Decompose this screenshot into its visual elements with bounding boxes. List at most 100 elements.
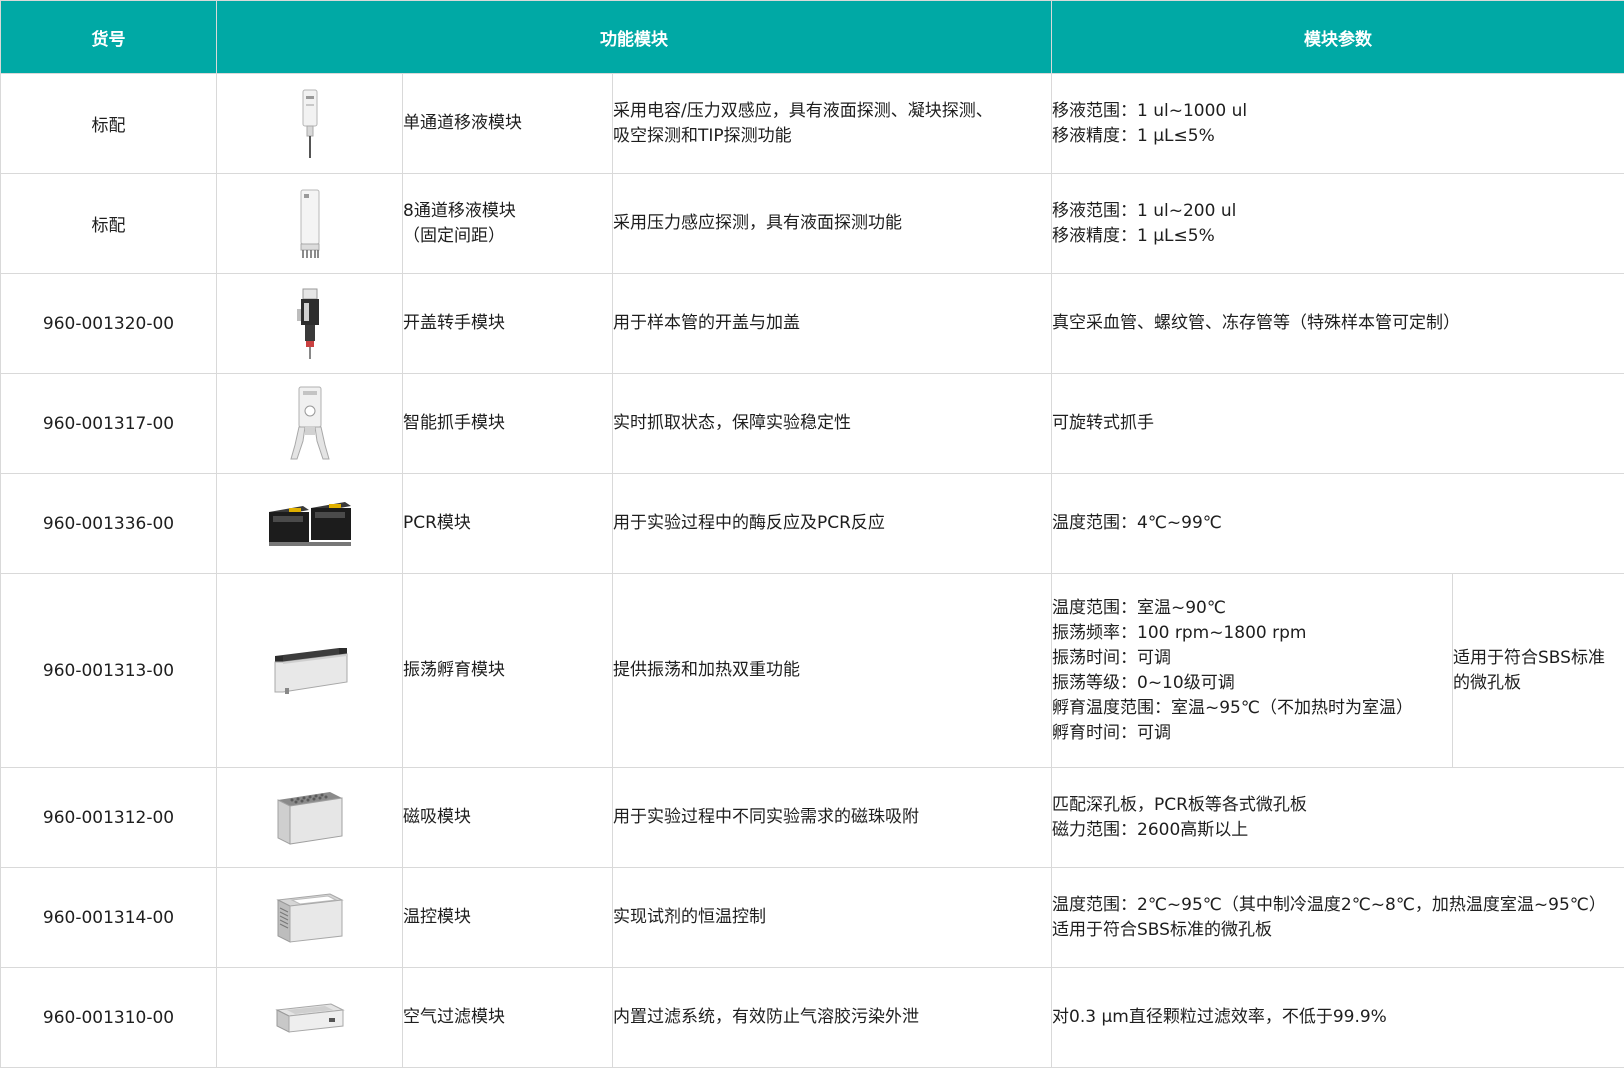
header-module: 功能模块: [217, 1, 1052, 74]
table-header-row: 货号 功能模块 模块参数: [1, 1, 1624, 74]
sku-cell: 960-001310-00: [1, 968, 217, 1068]
sku-cell: 960-001313-00: [1, 574, 217, 768]
air-filter-icon: [273, 998, 347, 1038]
table-row: 960-001320-00 开盖转手模块 用于样本管的开盖与加盖: [1, 274, 1624, 374]
function-cell: 用于样本管的开盖与加盖: [613, 274, 1052, 374]
table-row: 960-001317-00 智能抓手模块 实时抓取状态，保障实验稳定性 可旋转式…: [1, 374, 1624, 474]
param-line: 孵育温度范围：室温~95℃（不加热时为室温）: [1052, 696, 1452, 721]
table-row: 标配 单通道移液模块 采用电容/压力双感应，具有液面探测、凝块探测、 吸空探测和…: [1, 74, 1624, 174]
params-cell: 移液范围：1 ul~200 ul 移液精度：1 μL≤5%: [1052, 174, 1624, 274]
function-line: 内置过滤系统，有效防止气溶胶污染外泄: [613, 1005, 1051, 1030]
module-name-line: （固定间距）: [403, 224, 612, 249]
params-cell: 真空采血管、螺纹管、冻存管等（特殊样本管可定制）: [1052, 274, 1624, 374]
param-line: 可旋转式抓手: [1052, 411, 1624, 436]
sku-cell: 960-001320-00: [1, 274, 217, 374]
function-cell: 用于实验过程中不同实验需求的磁珠吸附: [613, 768, 1052, 868]
table-row: 960-001314-00 温控模块 实现试剂的恒温: [1, 868, 1624, 968]
image-cell: [217, 968, 403, 1068]
function-cell: 内置过滤系统，有效防止气溶胶污染外泄: [613, 968, 1052, 1068]
function-cell: 用于实验过程中的酶反应及PCR反应: [613, 474, 1052, 574]
function-line: 实时抓取状态，保障实验稳定性: [613, 411, 1051, 436]
function-line: 采用电容/压力双感应，具有液面探测、凝块探测、: [613, 99, 1051, 124]
params-note-cell: 适用于符合SBS标准 的微孔板: [1453, 574, 1624, 768]
image-cell: [217, 768, 403, 868]
module-name-line: 温控模块: [403, 905, 612, 930]
function-line: 用于实验过程中不同实验需求的磁珠吸附: [613, 805, 1051, 830]
image-cell: [217, 274, 403, 374]
function-line: 用于实验过程中的酶反应及PCR反应: [613, 511, 1051, 536]
table-row: 标配 8通道移液模块 （固定间距） 采用压力感应探测，具有液面探测功能: [1, 174, 1624, 274]
sku-cell: 960-001317-00: [1, 374, 217, 474]
table-row: 960-001313-00 振荡孵育模块 提供振荡和加热双重功能 温度范围：室温…: [1, 574, 1624, 768]
module-spec-sheet: 货号 功能模块 模块参数 标配 单通道移液模块 采用电容/压力双感应，具有: [0, 0, 1624, 1066]
function-line: 采用压力感应探测，具有液面探测功能: [613, 211, 1051, 236]
image-cell: [217, 374, 403, 474]
param-line: 真空采血管、螺纹管、冻存管等（特殊样本管可定制）: [1052, 311, 1624, 336]
cap-gripper-icon: [293, 287, 327, 361]
image-cell: [217, 74, 403, 174]
image-cell: [217, 868, 403, 968]
temperature-control-icon: [274, 890, 346, 946]
function-cell: 实现试剂的恒温控制: [613, 868, 1052, 968]
module-name-cell: 8通道移液模块 （固定间距）: [403, 174, 613, 274]
note-line: 的微孔板: [1453, 671, 1624, 696]
param-line: 移液范围：1 ul~200 ul: [1052, 199, 1624, 224]
function-cell: 提供振荡和加热双重功能: [613, 574, 1052, 768]
header-params: 模块参数: [1052, 1, 1624, 74]
function-cell: 采用压力感应探测，具有液面探测功能: [613, 174, 1052, 274]
param-line: 移液精度：1 μL≤5%: [1052, 224, 1624, 249]
module-name-cell: 温控模块: [403, 868, 613, 968]
pcr-module-icon: [265, 496, 355, 552]
header-sku: 货号: [1, 1, 217, 74]
params-cell: 温度范围：4℃~99℃: [1052, 474, 1624, 574]
function-cell: 实时抓取状态，保障实验稳定性: [613, 374, 1052, 474]
param-line: 孵育时间：可调: [1052, 721, 1452, 746]
module-name-line: 空气过滤模块: [403, 1005, 612, 1030]
smart-gripper-icon: [285, 385, 335, 463]
shaker-incubator-icon: [269, 642, 351, 700]
image-cell: [217, 574, 403, 768]
image-cell: [217, 474, 403, 574]
module-name-cell: PCR模块: [403, 474, 613, 574]
params-cell: 温度范围：室温~90℃ 振荡频率：100 rpm~1800 rpm 振荡时间：可…: [1052, 574, 1453, 768]
sku-cell: 960-001336-00: [1, 474, 217, 574]
params-cell: 移液范围：1 ul~1000 ul 移液精度：1 μL≤5%: [1052, 74, 1624, 174]
function-line: 用于样本管的开盖与加盖: [613, 311, 1051, 336]
function-line: 吸空探测和TIP探测功能: [613, 124, 1051, 149]
table-row: 960-001312-00 磁吸模块 用于实验过: [1, 768, 1624, 868]
module-name-line: 磁吸模块: [403, 805, 612, 830]
sku-cell: 标配: [1, 174, 217, 274]
module-name-cell: 单通道移液模块: [403, 74, 613, 174]
param-line: 移液范围：1 ul~1000 ul: [1052, 99, 1624, 124]
param-line: 温度范围：室温~90℃: [1052, 596, 1452, 621]
module-spec-table: 货号 功能模块 模块参数 标配 单通道移液模块 采用电容/压力双感应，具有: [0, 0, 1624, 1068]
eight-channel-pipette-icon: [295, 188, 325, 260]
image-cell: [217, 174, 403, 274]
module-name-cell: 智能抓手模块: [403, 374, 613, 474]
param-line: 振荡等级：0~10级可调: [1052, 671, 1452, 696]
params-cell: 可旋转式抓手: [1052, 374, 1624, 474]
note-line: 适用于符合SBS标准: [1453, 646, 1624, 671]
params-cell: 对0.3 μm直径颗粒过滤效率，不低于99.9%: [1052, 968, 1624, 1068]
param-line: 移液精度：1 μL≤5%: [1052, 124, 1624, 149]
table-row: 960-001310-00 空气过滤模块 内置过滤系统，有效防止气溶胶污染外泄 …: [1, 968, 1624, 1068]
sku-cell: 960-001314-00: [1, 868, 217, 968]
param-line: 适用于符合SBS标准的微孔板: [1052, 918, 1624, 943]
module-name-cell: 开盖转手模块: [403, 274, 613, 374]
module-name-line: 8通道移液模块: [403, 199, 612, 224]
module-name-line: 单通道移液模块: [403, 111, 612, 136]
module-name-cell: 空气过滤模块: [403, 968, 613, 1068]
param-line: 磁力范围：2600高斯以上: [1052, 818, 1624, 843]
param-line: 温度范围：4℃~99℃: [1052, 511, 1624, 536]
param-line: 匹配深孔板，PCR板等各式微孔板: [1052, 793, 1624, 818]
single-channel-pipette-icon: [295, 88, 325, 160]
module-name-line: 振荡孵育模块: [403, 658, 612, 683]
param-line: 温度范围：2℃~95℃（其中制冷温度2℃~8℃，加热温度室温~95℃）: [1052, 893, 1624, 918]
module-name-cell: 磁吸模块: [403, 768, 613, 868]
param-line: 对0.3 μm直径颗粒过滤效率，不低于99.9%: [1052, 1005, 1624, 1030]
sku-cell: 960-001312-00: [1, 768, 217, 868]
function-line: 实现试剂的恒温控制: [613, 905, 1051, 930]
module-name-line: PCR模块: [403, 511, 612, 536]
magnetic-module-icon: [274, 788, 346, 848]
function-line: 提供振荡和加热双重功能: [613, 658, 1051, 683]
